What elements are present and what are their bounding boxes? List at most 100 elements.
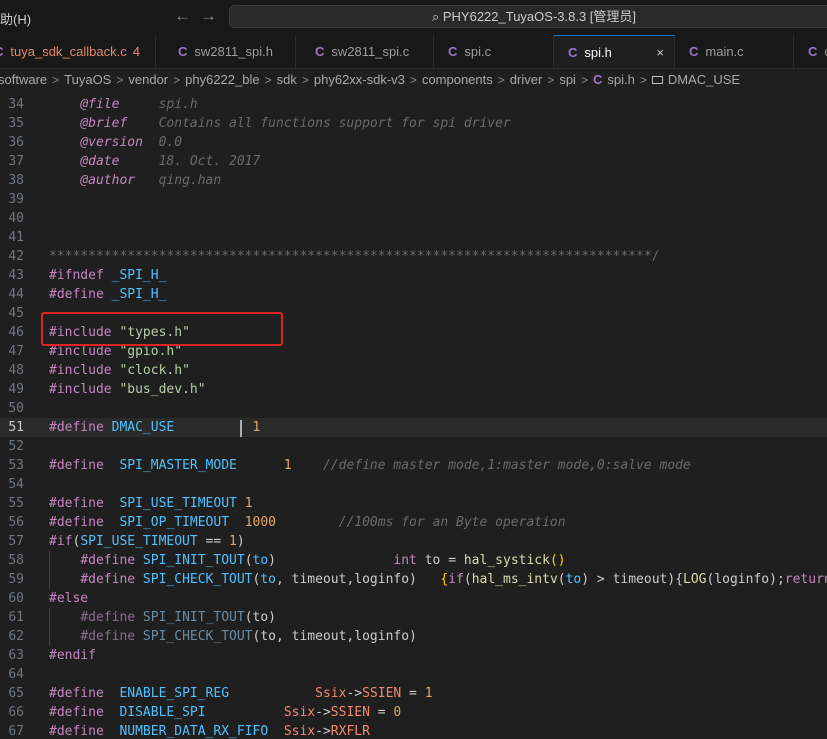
chevron-right-icon: >: [173, 73, 181, 87]
breadcrumb-file[interactable]: spi.h: [607, 72, 634, 87]
code-line[interactable]: 34 @file spi.h: [0, 95, 827, 114]
line-number: 50: [8, 401, 24, 416]
code-line[interactable]: 35 @brief Contains all functions support…: [0, 114, 827, 133]
line-number: 64: [8, 667, 24, 682]
code-line[interactable]: 52: [0, 437, 827, 456]
code-line[interactable]: 58 #define SPI_INIT_TOUT(to) int to = ha…: [0, 551, 827, 570]
breadcrumb-item[interactable]: phy6222_ble: [185, 72, 259, 87]
tab-main-c[interactable]: Cmain.c: [675, 35, 794, 68]
code-text: @file spi.h: [80, 97, 198, 112]
breadcrumb-item[interactable]: phy62xx-sdk-v3: [314, 72, 405, 87]
breadcrumb-item[interactable]: driver: [510, 72, 543, 87]
code-line[interactable]: 65 #define ENABLE_SPI_REG Ssix->SSIEN = 1: [0, 684, 827, 703]
chevron-right-icon: >: [116, 73, 124, 87]
code-line[interactable]: 61 #define SPI_INIT_TOUT(to): [0, 608, 827, 627]
code-line[interactable]: 49 #include "bus_dev.h": [0, 380, 827, 399]
close-tab-icon[interactable]: ×: [656, 36, 664, 68]
line-number: 46: [8, 325, 24, 340]
code-text: #define SPI_CHECK_TOUT(to, timeout,login…: [80, 572, 827, 587]
code-line[interactable]: 51 #define DMAC_USE 1: [0, 418, 827, 437]
menu-help[interactable]: 助(H): [0, 9, 31, 28]
chevron-right-icon: >: [301, 73, 309, 87]
code-text: #define SPI_USE_TIMEOUT 1: [49, 496, 253, 511]
c-file-icon: C: [448, 44, 458, 59]
code-line[interactable]: 55 #define SPI_USE_TIMEOUT 1: [0, 494, 827, 513]
line-number: 59: [8, 572, 24, 587]
line-number: 56: [8, 515, 24, 530]
tab-spi-c[interactable]: Cspi.c: [434, 35, 554, 68]
indent-guide: [49, 608, 50, 627]
line-number: 58: [8, 553, 24, 568]
c-file-icon: C: [315, 44, 325, 59]
code-text: #define SPI_INIT_TOUT(to) int to = hal_s…: [80, 553, 566, 568]
tab-label: sw2811_spi.c: [331, 44, 410, 59]
code-line[interactable]: 44 #define _SPI_H_: [0, 285, 827, 304]
code-line[interactable]: 66 #define DISABLE_SPI Ssix->SSIEN = 0: [0, 703, 827, 722]
back-arrow-icon[interactable]: ←: [174, 6, 191, 26]
tab-sw2811-spi-h[interactable]: Csw2811_spi.h: [156, 35, 296, 68]
line-number: 49: [8, 382, 24, 397]
code-line[interactable]: 38 @author qing.han: [0, 171, 827, 190]
line-number: 39: [8, 192, 24, 207]
tab-overflow[interactable]: Cc: [794, 35, 827, 68]
c-file-icon: C: [0, 44, 3, 59]
breadcrumb-item[interactable]: components: [422, 72, 493, 87]
breadcrumb-item[interactable]: TuyaOS: [64, 72, 111, 87]
code-line[interactable]: 48 #include "clock.h": [0, 361, 827, 380]
code-line[interactable]: 53 #define SPI_MASTER_MODE 1 //define mas…: [0, 456, 827, 475]
code-text: #define ENABLE_SPI_REG Ssix->SSIEN = 1: [49, 686, 433, 701]
code-line[interactable]: 62 #define SPI_CHECK_TOUT(to, timeout,lo…: [0, 627, 827, 646]
forward-arrow-icon[interactable]: →: [200, 6, 217, 26]
code-line[interactable]: 42 **************************************…: [0, 247, 827, 266]
line-number: 62: [8, 629, 24, 644]
line-number: 48: [8, 363, 24, 378]
code-text: #else: [49, 591, 89, 606]
line-number: 47: [8, 344, 24, 359]
code-line[interactable]: 40: [0, 209, 827, 228]
breadcrumb-item[interactable]: spi: [559, 72, 576, 87]
code-text: #include "bus_dev.h": [49, 382, 206, 397]
code-line[interactable]: 41: [0, 228, 827, 247]
indent-guide: [49, 627, 50, 646]
code-line[interactable]: 36 @version 0.0: [0, 133, 827, 152]
code-line[interactable]: 67 #define NUMBER_DATA_RX_FIFO Ssix->RXFL…: [0, 722, 827, 739]
code-line[interactable]: 50: [0, 399, 827, 418]
chevron-right-icon: >: [580, 73, 588, 87]
code-text: @version 0.0: [80, 135, 183, 150]
code-text: #define NUMBER_DATA_RX_FIFO Ssix->RXFLR: [49, 724, 370, 739]
breadcrumb-symbol[interactable]: DMAC_USE: [668, 72, 740, 87]
code-line[interactable]: 63 #endif: [0, 646, 827, 665]
code-editor[interactable]: 34 @file spi.h 35 @brief Contains all fun…: [0, 95, 827, 739]
code-line[interactable]: 43 #ifndef _SPI_H_: [0, 266, 827, 285]
code-line[interactable]: 56 #define SPI_OP_TIMEOUT 1000 //100ms fo…: [0, 513, 827, 532]
command-center-label: PHY6222_TuyaOS-3.8.3 [管理员]: [442, 9, 637, 24]
tab-tuya-sdk-callback[interactable]: Ctuya_sdk_callback.c 4: [0, 35, 156, 68]
line-number: 41: [8, 230, 24, 245]
tab-sw2811-spi-c[interactable]: Csw2811_spi.c: [296, 35, 434, 68]
indent-guide: [49, 551, 50, 570]
code-line[interactable]: 60 #else: [0, 589, 827, 608]
code-text: #if(SPI_USE_TIMEOUT == 1): [49, 534, 245, 549]
line-number: 52: [8, 439, 24, 454]
breadcrumb-item[interactable]: software: [0, 72, 47, 87]
command-center[interactable]: ⌕ PHY6222_TuyaOS-3.8.3 [管理员]: [229, 5, 827, 28]
tab-label: spi.c: [464, 44, 492, 59]
highlight-box: [41, 312, 283, 346]
code-line[interactable]: 64: [0, 665, 827, 684]
c-file-icon: C: [568, 45, 578, 60]
breadcrumb-item[interactable]: sdk: [277, 72, 297, 87]
code-text: ****************************************…: [49, 249, 660, 264]
chevron-right-icon: >: [497, 73, 505, 87]
tab-spi-h[interactable]: Cspi.h ×: [554, 35, 675, 68]
code-text: @date 18. Oct. 2017: [80, 154, 261, 169]
code-line[interactable]: 59 #define SPI_CHECK_TOUT(to, timeout,lo…: [0, 570, 827, 589]
code-line[interactable]: 39: [0, 190, 827, 209]
line-number: 42: [8, 249, 24, 264]
breadcrumb-item[interactable]: vendor: [128, 72, 168, 87]
code-line[interactable]: 54: [0, 475, 827, 494]
code-text: @author qing.han: [80, 173, 222, 188]
line-number: 37: [8, 154, 24, 169]
code-line[interactable]: 37 @date 18. Oct. 2017: [0, 152, 827, 171]
line-number: 60: [8, 591, 24, 606]
code-line[interactable]: 57 #if(SPI_USE_TIMEOUT == 1): [0, 532, 827, 551]
